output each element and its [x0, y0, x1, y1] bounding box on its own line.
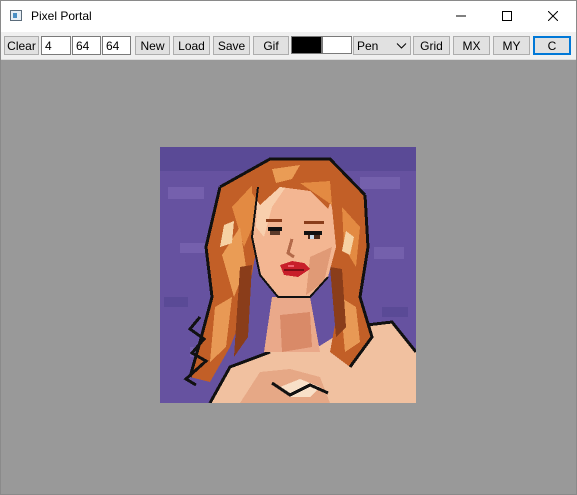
clear-button[interactable]: Clear	[4, 36, 39, 55]
close-button[interactable]	[530, 1, 576, 31]
mirror-y-button[interactable]: MY	[493, 36, 530, 55]
primary-color-swatch[interactable]	[291, 36, 322, 54]
maximize-icon	[502, 11, 512, 21]
c-button[interactable]: C	[533, 36, 571, 55]
pixel-art-portrait[interactable]	[160, 147, 416, 403]
window-title: Pixel Portal	[31, 9, 92, 23]
minimize-button[interactable]	[438, 1, 484, 31]
canvas-width-field[interactable]: 64	[72, 36, 101, 55]
tool-select-value: Pen	[357, 38, 379, 53]
brush-size-field[interactable]: 4	[41, 36, 71, 55]
secondary-color-swatch[interactable]	[322, 36, 352, 54]
toolbar: Clear 4 64 64 New Load Save Gif Pen Grid…	[1, 32, 576, 60]
tool-select[interactable]: Pen	[353, 36, 411, 55]
save-button[interactable]: Save	[213, 36, 250, 55]
new-button[interactable]: New	[135, 36, 170, 55]
minimize-icon	[456, 15, 466, 17]
canvas-height-field[interactable]: 64	[102, 36, 131, 55]
grid-button[interactable]: Grid	[413, 36, 450, 55]
close-icon	[548, 11, 558, 21]
load-button[interactable]: Load	[173, 36, 210, 55]
maximize-button[interactable]	[484, 1, 530, 31]
app-window: Pixel Portal Clear 4 64 64 New Load Save…	[0, 0, 577, 495]
canvas-area[interactable]	[1, 60, 576, 494]
gif-button[interactable]: Gif	[253, 36, 289, 55]
mirror-x-button[interactable]: MX	[453, 36, 490, 55]
app-icon	[10, 10, 22, 21]
chevron-down-icon	[396, 43, 407, 49]
title-bar[interactable]: Pixel Portal	[1, 1, 576, 31]
